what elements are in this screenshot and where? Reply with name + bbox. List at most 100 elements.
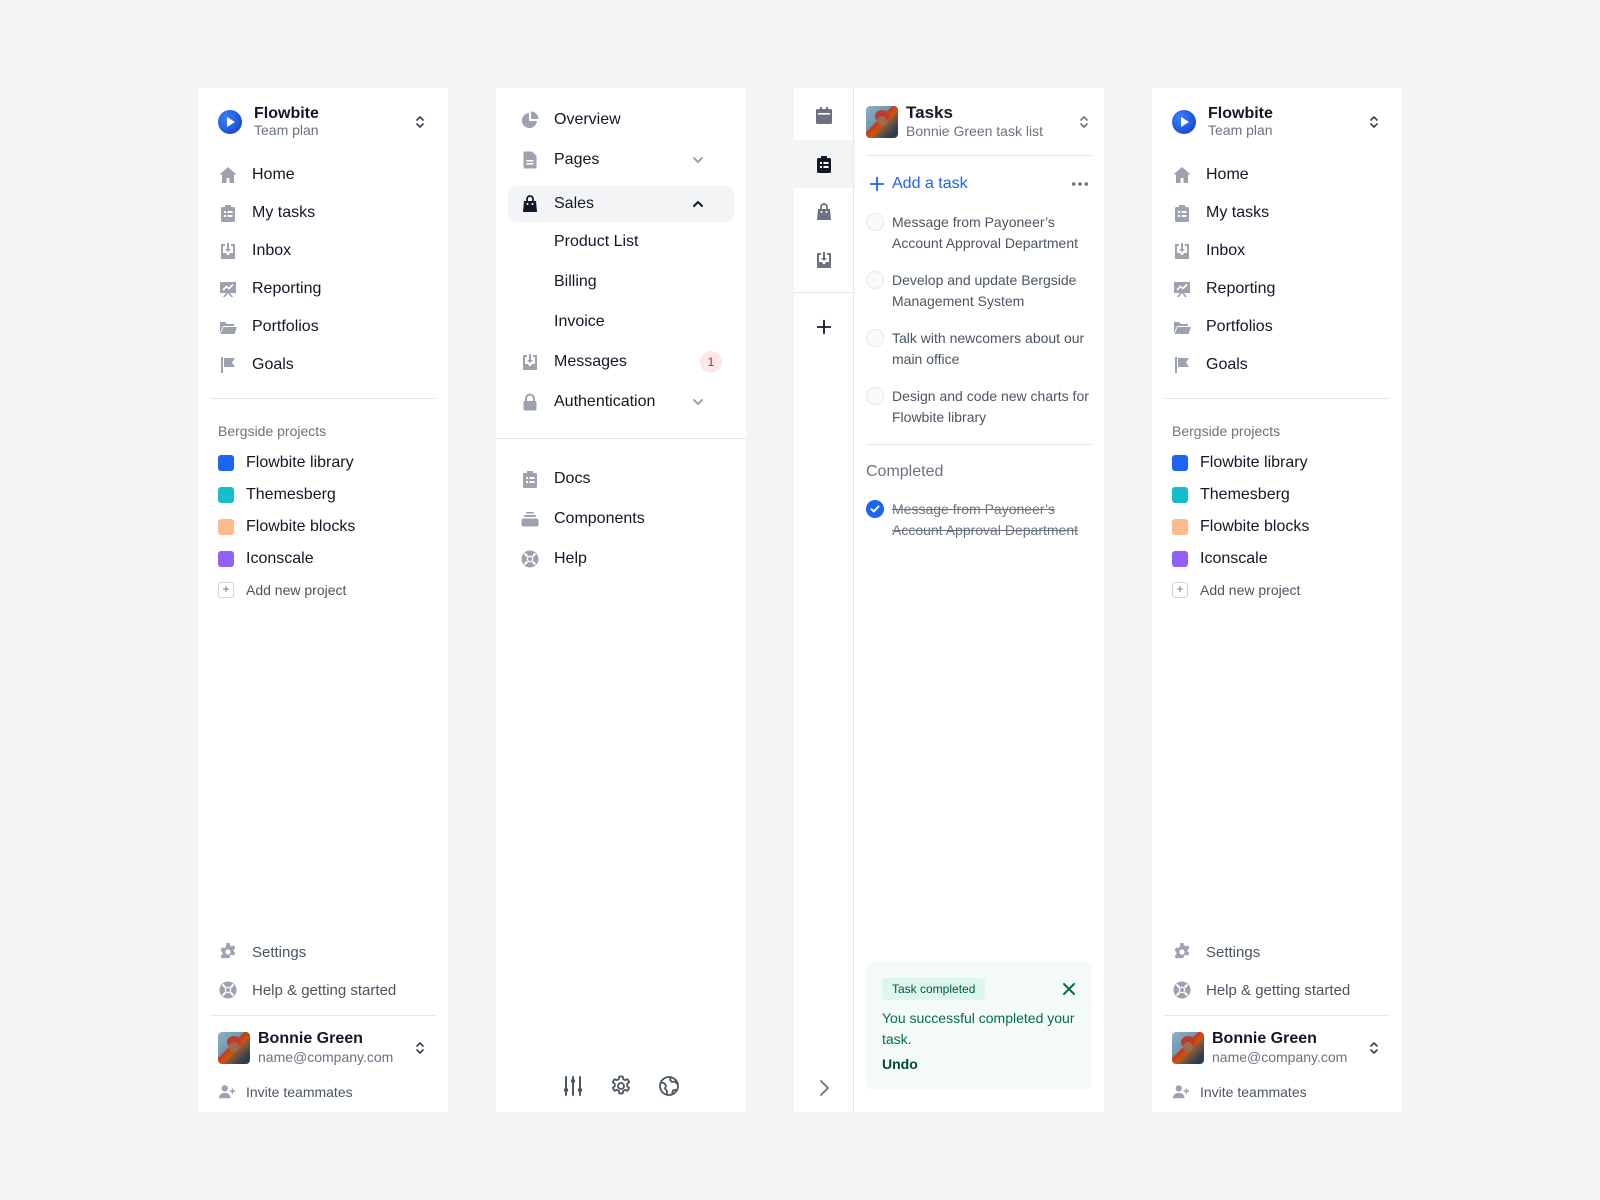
toast-badge: Task completed	[882, 978, 986, 1000]
globe-icon[interactable]	[657, 1074, 681, 1098]
check-circle-icon[interactable]	[866, 500, 884, 518]
home-icon	[218, 165, 238, 185]
nav-item-label: Reporting	[252, 280, 322, 297]
rail-tasks-button[interactable]	[794, 140, 853, 188]
nav-item-portfolios[interactable]: Portfolios	[210, 308, 436, 346]
sidebar-footer: Settings Help & getting started Bonnie G…	[210, 933, 436, 1112]
nav-item-inbox[interactable]: Inbox	[1164, 232, 1390, 270]
user-menu[interactable]: Bonnie Green name@company.com	[210, 1016, 436, 1072]
project-iconscale[interactable]: Iconscale	[1164, 543, 1390, 575]
nav-item-my-tasks[interactable]: My tasks	[1164, 194, 1390, 232]
inbox-icon	[814, 250, 834, 270]
nav-item-label: Goals	[1206, 356, 1248, 373]
messages-count-badge: 1	[700, 351, 722, 373]
close-icon[interactable]	[1062, 982, 1076, 996]
user-menu[interactable]: Bonnie Green name@company.com	[1164, 1016, 1390, 1072]
gear-icon[interactable]	[609, 1074, 633, 1098]
projects-section-title: Bergside projects	[1172, 423, 1281, 439]
chevron-down-icon	[688, 392, 708, 412]
project-themesberg[interactable]: Themesberg	[1164, 479, 1390, 511]
project-flowbite-blocks[interactable]: Flowbite blocks	[1164, 511, 1390, 543]
add-task-button[interactable]: Add a task	[892, 175, 1070, 193]
flag-icon	[1172, 355, 1192, 375]
clipboard-list-icon	[218, 203, 238, 223]
nav-item-home[interactable]: Home	[1164, 156, 1390, 194]
nav-item-my-tasks[interactable]: My tasks	[210, 194, 436, 232]
submenu-billing[interactable]: Billing	[508, 262, 734, 302]
avatar	[218, 1032, 250, 1064]
rail-add-button[interactable]	[794, 301, 853, 353]
project-flowbite-library[interactable]: Flowbite library	[1164, 447, 1390, 479]
task-checkbox[interactable]	[866, 329, 884, 347]
dots-horizontal-icon[interactable]	[1070, 179, 1090, 189]
settings-link[interactable]: Settings	[210, 933, 436, 971]
projects-list: Flowbite library Themesberg Flowbite blo…	[1164, 447, 1390, 605]
nav-item-overview[interactable]: Overview	[508, 102, 734, 138]
nav-item-sales[interactable]: Sales	[508, 186, 734, 222]
rail-inbox-button[interactable]	[794, 236, 853, 284]
project-color-swatch	[218, 487, 234, 503]
nav-item-label: Goals	[252, 356, 294, 373]
chart-pie-icon	[520, 110, 540, 130]
invite-teammates-button[interactable]: Invite teammates	[1164, 1072, 1390, 1112]
chevron-up-down-icon[interactable]	[1366, 113, 1382, 131]
nav-item-docs[interactable]: Docs	[508, 461, 734, 497]
nav-item-pages[interactable]: Pages	[508, 142, 734, 178]
task-checkbox[interactable]	[866, 213, 884, 231]
nav-item-reporting[interactable]: Reporting	[210, 270, 436, 308]
rail-calendar-button[interactable]	[794, 92, 853, 140]
sidebar-panel-b: Overview Pages Sales Product List Billin…	[496, 88, 746, 1112]
lifebuoy-icon	[520, 549, 540, 569]
nav-item-reporting[interactable]: Reporting	[1164, 270, 1390, 308]
lifebuoy-icon	[1172, 980, 1192, 1000]
nav-item-messages[interactable]: Messages 1	[508, 344, 734, 380]
add-project-button[interactable]: + Add new project	[1164, 575, 1390, 605]
nav-item-goals[interactable]: Goals	[1164, 346, 1390, 384]
project-flowbite-library[interactable]: Flowbite library	[210, 447, 436, 479]
task-item: Talk with newcomers about our main offic…	[866, 328, 1092, 386]
task-list-switcher[interactable]: Tasks Bonnie Green task list	[866, 88, 1092, 156]
undo-button[interactable]: Undo	[882, 1056, 918, 1072]
chevron-down-icon	[688, 150, 708, 170]
brand-subtitle: Team plan	[1208, 122, 1273, 138]
flowbite-logo-icon	[1172, 110, 1196, 134]
nav-item-label: Home	[1206, 166, 1249, 183]
chevron-up-down-icon[interactable]	[412, 113, 428, 131]
help-link[interactable]: Help & getting started	[210, 971, 436, 1009]
settings-link[interactable]: Settings	[1164, 933, 1390, 971]
invite-teammates-button[interactable]: Invite teammates	[210, 1072, 436, 1112]
rail-shopping-button[interactable]	[794, 188, 853, 236]
nav-item-inbox[interactable]: Inbox	[210, 232, 436, 270]
submenu-product-list[interactable]: Product List	[508, 222, 734, 262]
sidebar-footer: Settings Help & getting started Bonnie G…	[1164, 933, 1390, 1112]
nav-item-portfolios[interactable]: Portfolios	[1164, 308, 1390, 346]
submenu-invoice[interactable]: Invoice	[508, 302, 734, 342]
nav-item-goals[interactable]: Goals	[210, 346, 436, 384]
task-checkbox[interactable]	[866, 271, 884, 289]
workspace-switcher[interactable]: Flowbite Team plan	[1164, 88, 1390, 156]
project-iconscale[interactable]: Iconscale	[210, 543, 436, 575]
toast-message: You successful completed your task.	[882, 1010, 1075, 1047]
chevron-up-down-icon[interactable]	[1366, 1039, 1382, 1057]
nav-item-label: My tasks	[1206, 204, 1270, 221]
nav-item-authentication[interactable]: Authentication	[508, 384, 734, 420]
project-flowbite-blocks[interactable]: Flowbite blocks	[210, 511, 436, 543]
document-icon	[520, 150, 540, 170]
add-project-button[interactable]: + Add new project	[210, 575, 436, 605]
task-text: Talk with newcomers about our main offic…	[892, 330, 1085, 367]
plus-icon: +	[1172, 582, 1188, 598]
clipboard-list-icon	[814, 154, 834, 174]
adjustments-icon[interactable]	[561, 1074, 585, 1098]
workspace-switcher[interactable]: Flowbite Team plan	[210, 88, 436, 156]
task-checkbox[interactable]	[866, 387, 884, 405]
help-link[interactable]: Help & getting started	[1164, 971, 1390, 1009]
expand-sidebar-button[interactable]	[794, 1078, 853, 1098]
chevron-up-down-icon[interactable]	[1076, 113, 1092, 131]
projects-list: Flowbite library Themesberg Flowbite blo…	[210, 447, 436, 605]
nav-item-help[interactable]: Help	[508, 541, 734, 577]
nav-item-components[interactable]: Components	[508, 501, 734, 537]
project-themesberg[interactable]: Themesberg	[210, 479, 436, 511]
chevron-up-down-icon[interactable]	[412, 1039, 428, 1057]
nav-item-home[interactable]: Home	[210, 156, 436, 194]
sales-submenu: Product List Billing Invoice	[508, 222, 734, 342]
